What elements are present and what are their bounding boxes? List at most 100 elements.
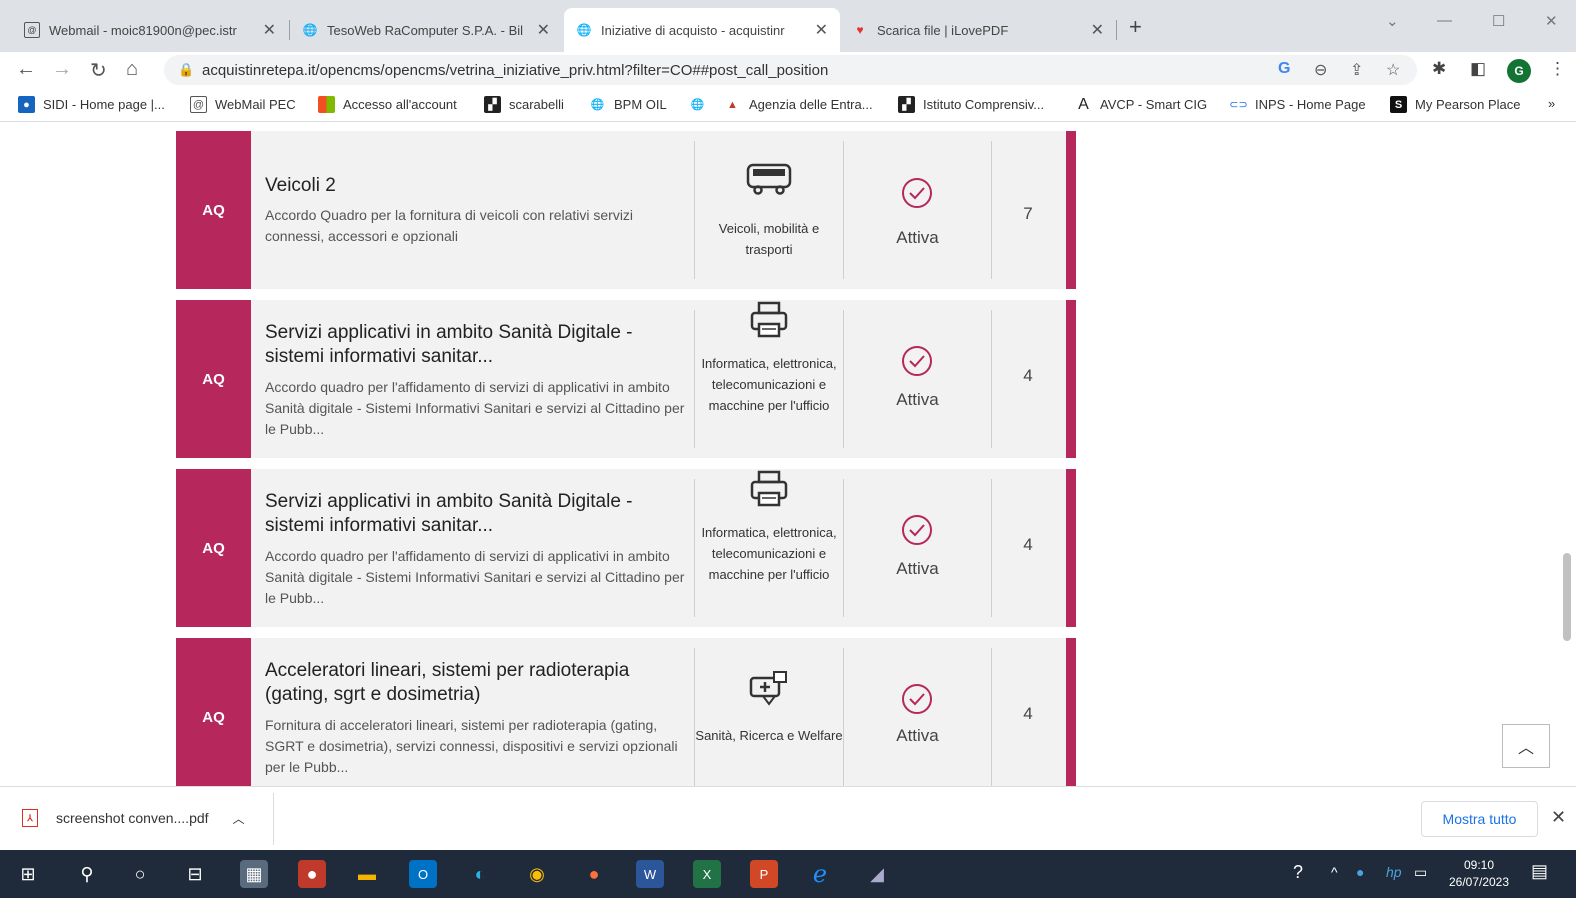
- address-bar[interactable]: 🔒 acquistinretepa.it/opencms/opencms/vet…: [164, 55, 1417, 85]
- bookmark-pearson[interactable]: S My Pearson Place: [1390, 96, 1521, 113]
- scrollbar-thumb[interactable]: [1563, 553, 1571, 641]
- excel-icon[interactable]: X: [693, 860, 721, 888]
- internet-explorer-icon[interactable]: ℯ: [806, 860, 834, 888]
- app-pin-icon[interactable]: ●: [298, 860, 326, 888]
- tab-webmail[interactable]: @ Webmail - moic81900n@pec.istr ✕: [12, 8, 288, 52]
- reload-icon[interactable]: ↻: [90, 58, 107, 83]
- scrollbar[interactable]: [1561, 123, 1576, 786]
- search-icon[interactable]: ⚲: [73, 860, 101, 888]
- tab-iniziative-active[interactable]: 🌐 Iniziative di acquisto - acquistinr ✕: [564, 8, 840, 52]
- tray-app-icon[interactable]: ●: [1356, 864, 1364, 880]
- close-icon[interactable]: ✕: [1091, 20, 1104, 40]
- bookmark-agenzia-entrate[interactable]: ▲ Agenzia delle Entra...: [724, 96, 873, 113]
- menu-kebab-icon[interactable]: ⋮: [1549, 59, 1566, 79]
- divider: [843, 479, 844, 617]
- side-panel-icon[interactable]: ◧: [1470, 59, 1486, 79]
- count-value: 4: [1023, 704, 1033, 723]
- bookmark-unnamed[interactable]: 🌐: [689, 96, 714, 113]
- category-label: Informatica, elettronica, telecomunicazi…: [701, 525, 837, 582]
- task-view-icon[interactable]: ⊟: [181, 860, 209, 888]
- back-arrow-icon[interactable]: ←: [16, 58, 36, 81]
- clock-time: 09:10: [1463, 858, 1495, 872]
- bookmark-label: AVCP - Smart CIG: [1100, 97, 1208, 112]
- bookmark-istituto[interactable]: ▞ Istituto Comprensiv...: [898, 96, 1044, 113]
- home-icon[interactable]: ⌂: [126, 58, 138, 81]
- bookmark-webmail-pec[interactable]: @ WebMail PEC: [190, 96, 296, 113]
- tab-ilovepdf[interactable]: ♥ Scarica file | iLovePDF ✕: [840, 8, 1116, 52]
- tab-tesoweb[interactable]: 🌐 TesoWeb RaComputer S.P.A. - Bil ✕: [290, 8, 562, 52]
- bookmark-label: Accesso all'account: [343, 97, 457, 112]
- calculator-icon[interactable]: ▦: [240, 860, 268, 888]
- card-title[interactable]: Servizi applicativi in ambito Sanità Dig…: [265, 321, 665, 369]
- tab-title: Iniziative di acquisto - acquistinr: [601, 22, 785, 38]
- bookmark-star-icon[interactable]: ☆: [1386, 60, 1400, 80]
- windows-start-icon[interactable]: ⊞: [14, 860, 42, 888]
- card-title[interactable]: Servizi applicativi in ambito Sanità Dig…: [265, 490, 665, 538]
- maximize-icon[interactable]: ☐: [1492, 12, 1505, 30]
- window-close-icon[interactable]: ✕: [1545, 12, 1558, 30]
- outlook-icon[interactable]: O: [409, 860, 437, 888]
- edge-icon[interactable]: ◐: [466, 860, 494, 888]
- category-label: Veicoli, mobilità e trasporti: [718, 221, 820, 257]
- bookmark-label: WebMail PEC: [215, 97, 296, 112]
- initiative-card[interactable]: AQ Servizi applicativi in ambito Sanità …: [176, 300, 1076, 458]
- close-icon[interactable]: ✕: [1551, 807, 1566, 828]
- card-title[interactable]: Acceleratori lineari, sistemi per radiot…: [265, 659, 665, 707]
- cortana-icon[interactable]: ○: [126, 860, 154, 888]
- bookmark-microsoft[interactable]: Accesso all'account: [318, 96, 457, 113]
- sidi-icon: ●: [18, 96, 35, 113]
- check-circle-icon: [902, 515, 932, 545]
- pdf-file-icon: ⅄: [22, 809, 38, 827]
- tab-divider: [1116, 20, 1117, 40]
- lock-icon[interactable]: 🔒: [178, 62, 194, 78]
- bookmark-avcp[interactable]: A AVCP - Smart CIG: [1075, 96, 1207, 113]
- system-clock[interactable]: 09:10 26/07/2023: [1441, 857, 1517, 891]
- back-to-top-button[interactable]: ︿: [1502, 724, 1550, 768]
- notifications-icon[interactable]: ▤: [1531, 861, 1548, 882]
- close-icon[interactable]: ✕: [537, 20, 550, 40]
- show-all-downloads-button[interactable]: Mostra tutto: [1421, 801, 1538, 837]
- divider: [843, 310, 844, 448]
- initiative-card[interactable]: AQ Acceleratori lineari, sistemi per rad…: [176, 638, 1076, 786]
- close-icon[interactable]: ✕: [263, 20, 276, 40]
- bookmark-inps[interactable]: ⊂⊃ INPS - Home Page: [1229, 96, 1365, 113]
- forward-arrow-icon[interactable]: →: [52, 58, 72, 81]
- network-icon[interactable]: ▭: [1414, 864, 1427, 881]
- powerpoint-icon[interactable]: P: [750, 860, 778, 888]
- help-icon[interactable]: ?: [1293, 862, 1303, 883]
- download-item[interactable]: ⅄ screenshot conven....pdf ︿: [22, 809, 245, 827]
- bookmark-sidi[interactable]: ● SIDI - Home page |...: [18, 96, 165, 113]
- type-badge: AQ: [176, 131, 251, 289]
- bookmark-bpm-oil[interactable]: 🌐 BPM OIL: [589, 96, 667, 113]
- share-icon[interactable]: ⇪: [1350, 60, 1363, 80]
- firefox-icon[interactable]: ●: [580, 860, 608, 888]
- word-icon[interactable]: W: [636, 860, 664, 888]
- hp-icon[interactable]: hp: [1386, 864, 1402, 880]
- more-bookmarks-icon[interactable]: »: [1548, 96, 1555, 111]
- chevron-up-icon[interactable]: ^: [1331, 864, 1338, 880]
- initiative-card[interactable]: AQ Veicoli 2 Accordo Quadro per la forni…: [176, 131, 1076, 289]
- address-url[interactable]: acquistinretepa.it/opencms/opencms/vetri…: [202, 62, 828, 79]
- card-title[interactable]: Veicoli 2: [265, 174, 665, 198]
- zoom-icon[interactable]: ⊖: [1314, 60, 1327, 80]
- new-tab-icon[interactable]: +: [1129, 14, 1142, 40]
- google-lens-icon[interactable]: G: [1278, 60, 1290, 78]
- download-file-name[interactable]: screenshot conven....pdf: [56, 810, 209, 826]
- mail-icon: @: [24, 22, 40, 38]
- chevron-up-icon[interactable]: ︿: [233, 810, 245, 827]
- tab-search-icon[interactable]: ⌄: [1386, 12, 1399, 30]
- initiative-card[interactable]: AQ Servizi applicativi in ambito Sanità …: [176, 469, 1076, 627]
- windows-taskbar: ⊞ ⚲ ○ ⊟ ▦ ● ▬ O ◐ ◉ ● W X P ℯ ◢ ? ^ ● hp…: [0, 850, 1576, 898]
- chrome-icon[interactable]: ◉: [523, 860, 551, 888]
- check-circle-icon: [902, 346, 932, 376]
- profile-avatar[interactable]: G: [1507, 59, 1531, 83]
- printer-icon: [750, 470, 788, 507]
- tab-title: TesoWeb RaComputer S.P.A. - Bil: [327, 22, 524, 38]
- close-icon[interactable]: ✕: [815, 20, 828, 40]
- minimize-icon[interactable]: —: [1437, 12, 1452, 29]
- bookmark-scarabelli[interactable]: ▞ scarabelli: [484, 96, 564, 113]
- file-explorer-icon[interactable]: ▬: [353, 860, 381, 888]
- app-icon[interactable]: ◢: [863, 860, 891, 888]
- extensions-icon[interactable]: ✱: [1432, 59, 1446, 79]
- divider: [273, 793, 274, 845]
